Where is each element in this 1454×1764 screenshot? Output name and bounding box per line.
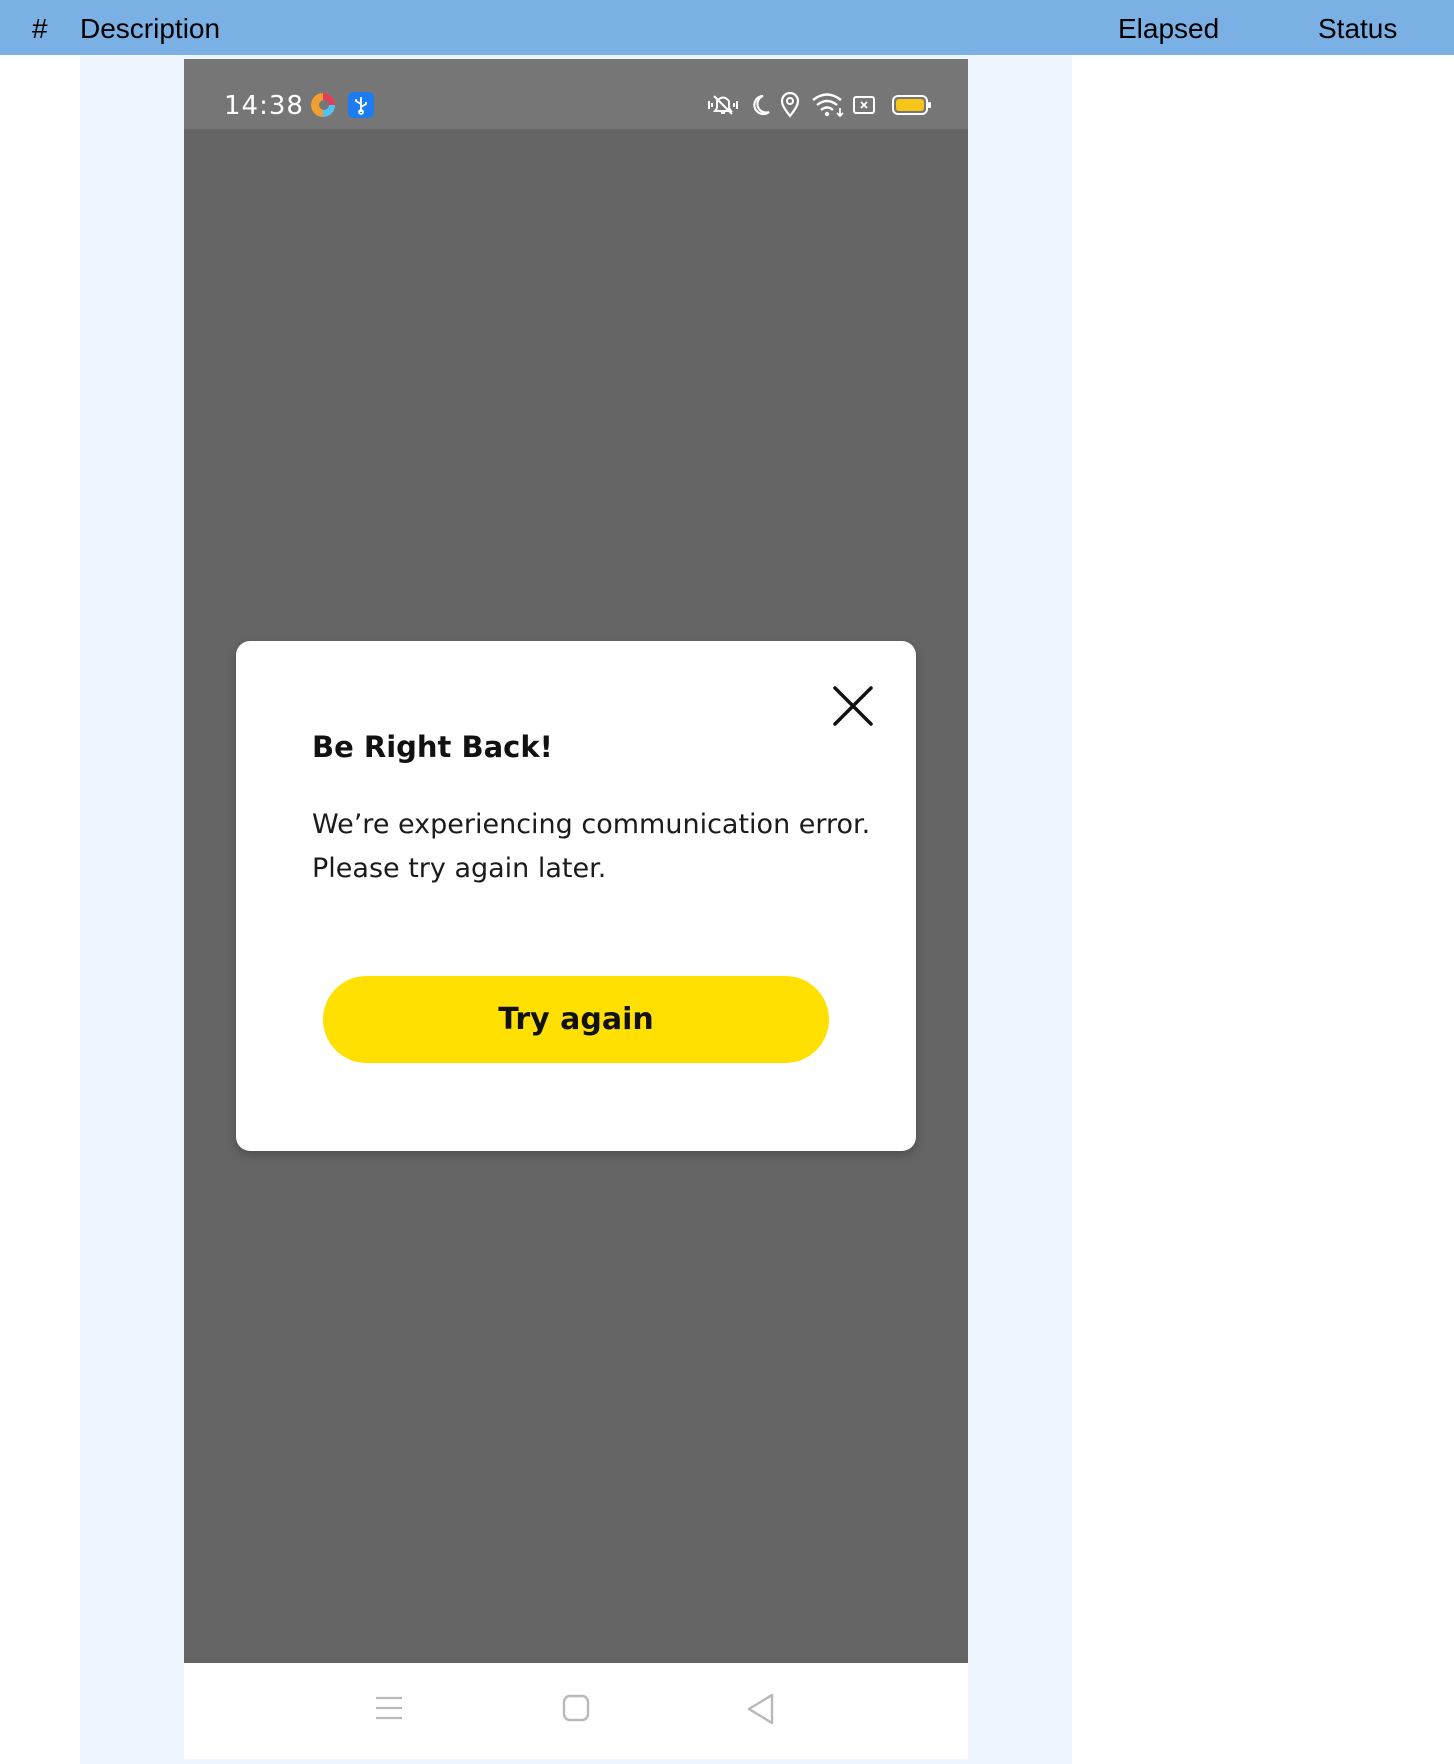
column-header-elapsed: Elapsed [1118, 13, 1220, 44]
menu-icon[interactable] [374, 1693, 404, 1723]
phone-screenshot: 14:38 Be Right Back! We’re experiencing … [184, 59, 968, 1759]
back-icon[interactable] [746, 1693, 776, 1725]
table-header: # Description Elapsed Status [0, 0, 1454, 55]
column-header-number: # [32, 13, 48, 44]
close-icon[interactable] [830, 683, 876, 729]
status-bar: 14:38 [184, 59, 968, 129]
error-dialog: Be Right Back! We’re experiencing commun… [236, 641, 916, 1151]
status-time: 14:38 [224, 91, 304, 121]
location-icon [780, 92, 800, 118]
battery-icon [892, 95, 931, 115]
navigation-bar [184, 1663, 968, 1759]
vibrate-icon [708, 95, 738, 115]
dialog-message: We’re experiencing communication error. … [312, 809, 871, 884]
browser-app-icon [311, 93, 335, 117]
column-header-description: Description [80, 13, 221, 44]
try-again-button[interactable]: Try again [323, 976, 829, 1063]
wifi-icon [812, 93, 844, 118]
usb-debug-icon [348, 92, 374, 118]
home-icon[interactable] [562, 1693, 590, 1723]
dialog-title: Be Right Back! [312, 730, 553, 764]
screen-cast-icon [853, 96, 875, 114]
do-not-disturb-moon-icon [753, 94, 770, 116]
column-header-status: Status [1318, 13, 1398, 44]
